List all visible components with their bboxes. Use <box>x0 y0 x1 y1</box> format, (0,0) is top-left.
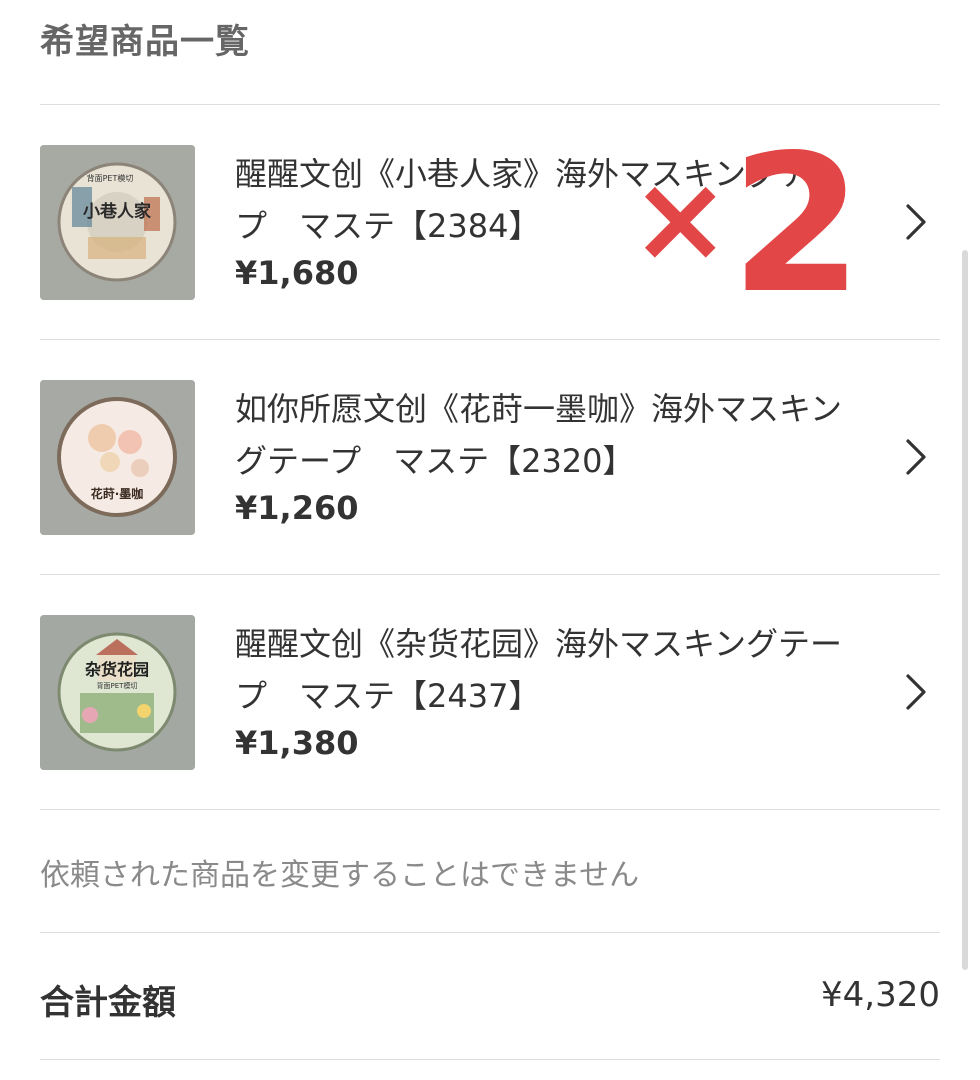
product-title: 醒醒文创《杂货花园》海外マスキングテープ マステ【2437】 <box>235 625 843 715</box>
wishlist-page: 希望商品一覧 小巷人家 背面PET模切 醒醒文创《小巷人家》海外マスキングテープ… <box>0 0 980 1080</box>
notice-text: 依頼された商品を変更することはできません <box>40 858 640 893</box>
divider <box>40 932 940 933</box>
product-item-3[interactable]: 杂货花园 背面PET模切 醒醒文创《杂货花园》海外マスキングテープ マステ【24… <box>40 470 940 770</box>
product-thumbnail: 杂货花园 背面PET模切 <box>40 615 195 770</box>
product-item-1[interactable]: 小巷人家 背面PET模切 醒醒文创《小巷人家》海外マスキングテープ マステ【23… <box>40 0 940 300</box>
thumb-label: 小巷人家 <box>83 201 151 222</box>
thumb-sublabel: 背面PET模切 <box>97 681 138 690</box>
thumb-label: 杂货花园 <box>85 660 149 679</box>
thumb-sublabel: 背面PET模切 <box>87 173 134 183</box>
total-value: ¥4,320 <box>821 975 940 1015</box>
product-item-2[interactable]: 花莳·墨咖 如你所愿文创《花莳一墨咖》海外マスキングテープ マステ【2320】 … <box>40 235 940 535</box>
total-label: 合計金額 <box>40 983 176 1023</box>
scrollbar[interactable] <box>962 250 968 970</box>
product-price: ¥1,380 <box>235 724 359 762</box>
divider <box>40 1059 940 1060</box>
divider <box>40 809 940 810</box>
chevron-right-icon <box>906 674 926 710</box>
